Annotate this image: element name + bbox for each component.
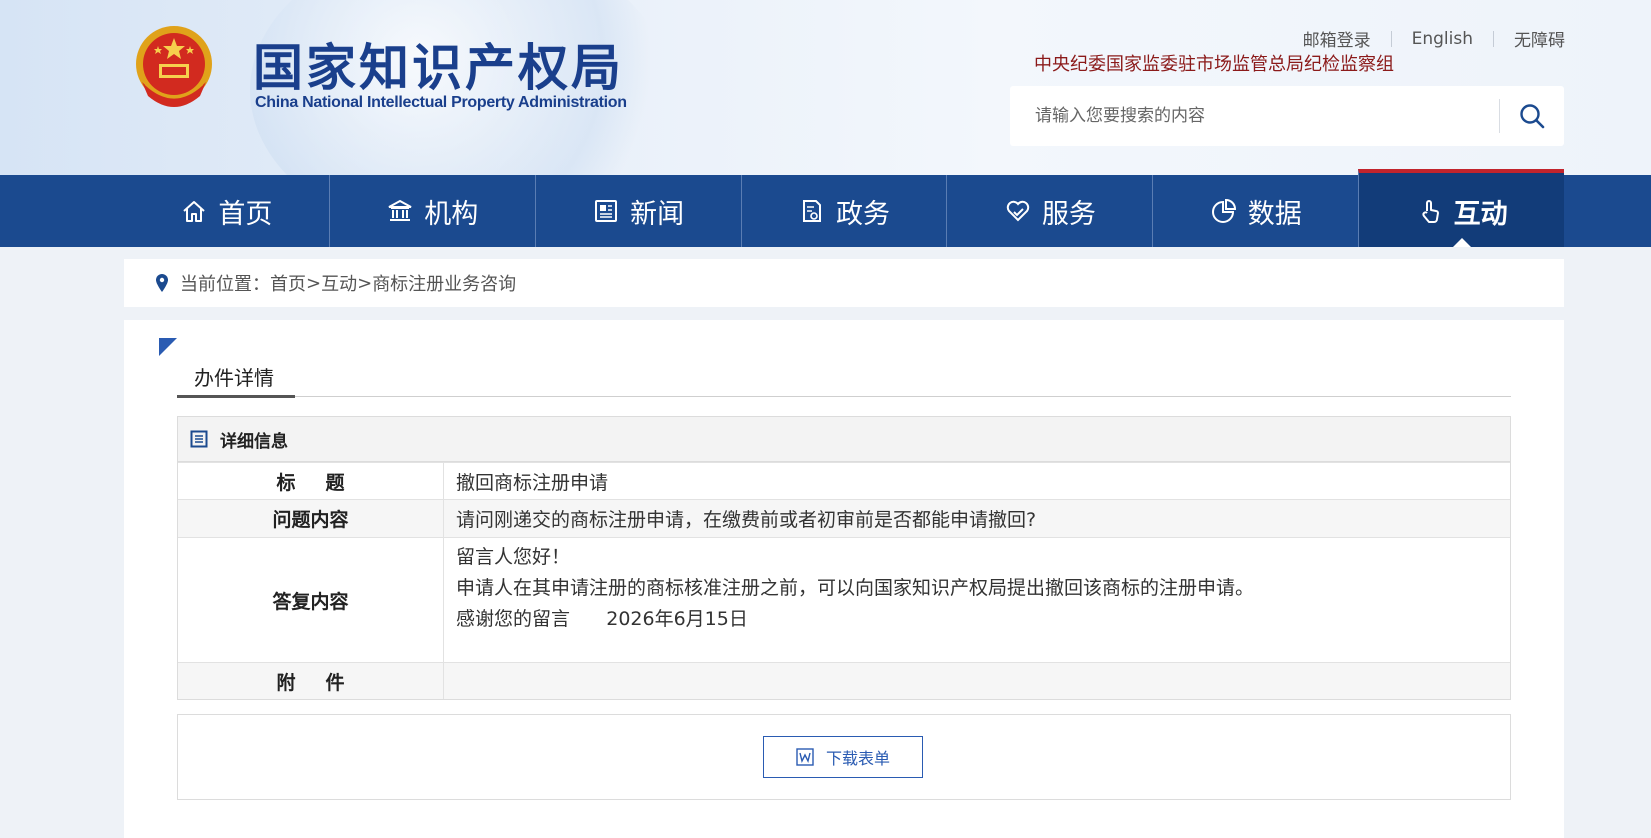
- nav-label: 互动: [1453, 198, 1508, 230]
- download-form-button[interactable]: 下载表单: [763, 736, 923, 778]
- data-pie-icon: [1211, 198, 1236, 223]
- detail-table: 详细信息 标题 撤回商标注册申请 问题内容 请问刚递交的商标注册申请，在缴费前或…: [177, 416, 1511, 700]
- row-value-question: 请问刚递交的商标注册申请，在缴费前或者初审前是否都能申请撤回?: [456, 509, 1037, 531]
- national-emblem-icon[interactable]: [128, 22, 220, 114]
- row-value-attachment: [444, 663, 1510, 699]
- site-logo-chinese[interactable]: 国家知识产权局: [253, 28, 624, 100]
- answer-line: 感谢您的留言 2026年6月15日: [456, 608, 748, 630]
- site-header: 国家知识产权局 China National Intellectual Prop…: [0, 0, 1651, 175]
- nav-label: 新闻: [630, 198, 685, 230]
- english-link[interactable]: English: [1392, 29, 1493, 49]
- home-icon: [183, 201, 206, 222]
- detail-row-attachment: 附件: [178, 662, 1510, 699]
- nav-label: 机构: [424, 198, 479, 230]
- search-button[interactable]: [1500, 86, 1564, 146]
- site-logo-english[interactable]: China National Intellectual Property Adm…: [255, 94, 627, 112]
- breadcrumb-separator: >: [357, 272, 373, 294]
- service-icon: [1006, 200, 1030, 222]
- detail-header-label: 详细信息: [220, 431, 288, 452]
- row-label: 附件: [178, 663, 444, 699]
- corner-decoration: [159, 338, 177, 356]
- nav-label: 服务: [1041, 198, 1096, 230]
- document-list-icon: [190, 430, 208, 448]
- answer-line: 留言人您好！: [456, 546, 571, 568]
- institution-icon: [388, 199, 412, 221]
- nav-item-institution[interactable]: 机构: [328, 175, 535, 247]
- row-value-title: 撤回商标注册申请: [456, 471, 609, 494]
- main-panel: 办件详情 详细信息 标题 撤回商标注册申请 问题内容 请问刚递交的商标注册申请，…: [124, 320, 1564, 838]
- discipline-inspection-link[interactable]: 中央纪委国家监委驻市场监管总局纪检监察组: [1034, 50, 1394, 76]
- nav-label: 政务: [836, 198, 890, 230]
- download-box: 下载表单: [177, 714, 1511, 800]
- word-doc-icon: [796, 748, 814, 766]
- detail-header: 详细信息: [178, 417, 1510, 462]
- answer-line: 申请人在其申请注册的商标核准注册之前，可以向国家知识产权局提出撤回该商标的注册申…: [456, 577, 1255, 599]
- breadcrumb-separator: >: [306, 272, 322, 294]
- breadcrumb-prefix: 当前位置：: [180, 274, 270, 295]
- breadcrumb-interaction[interactable]: 互动: [321, 270, 357, 296]
- nav-label: 数据: [1247, 198, 1302, 230]
- search-input[interactable]: [1010, 86, 1499, 146]
- detail-row-answer: 答复内容 留言人您好！ 申请人在其申请注册的商标核准注册之前，可以向国家知识产权…: [178, 537, 1510, 662]
- section-divider: [177, 396, 1511, 397]
- news-icon: [595, 200, 618, 222]
- breadcrumb: 当前位置： 首页 > 互动 > 商标注册业务咨询: [124, 259, 1564, 307]
- breadcrumb-home[interactable]: 首页: [270, 270, 306, 296]
- top-links: 邮箱登录 English 无障碍: [1283, 26, 1565, 52]
- row-value-answer: 留言人您好！ 申请人在其申请注册的商标核准注册之前，可以向国家知识产权局提出撤回…: [444, 538, 1510, 662]
- nav-item-service[interactable]: 服务: [946, 175, 1152, 247]
- search-icon: [1520, 104, 1545, 129]
- row-label: 答复内容: [178, 538, 444, 662]
- nav-item-home[interactable]: 首页: [124, 175, 329, 247]
- government-affairs-icon: [803, 200, 821, 222]
- detail-row-question: 问题内容 请问刚递交的商标注册申请，在缴费前或者初审前是否都能申请撤回?: [178, 499, 1510, 537]
- nav-item-government-affairs[interactable]: 政务: [740, 175, 947, 247]
- nav-label: 首页: [218, 198, 273, 230]
- location-pin-icon: [156, 274, 168, 292]
- nav-item-interaction[interactable]: 互动: [1358, 169, 1565, 247]
- search-box: [1010, 86, 1564, 146]
- email-login-link[interactable]: 邮箱登录: [1283, 26, 1391, 51]
- breadcrumb-current[interactable]: 商标注册业务咨询: [372, 270, 516, 296]
- detail-row-title: 标题 撤回商标注册申请: [178, 462, 1510, 499]
- row-label: 标题: [178, 463, 444, 499]
- nav-item-data[interactable]: 数据: [1152, 175, 1358, 247]
- download-label: 下载表单: [825, 749, 890, 768]
- section-title-underline: [177, 395, 295, 398]
- nav-item-news[interactable]: 新闻: [534, 175, 741, 247]
- row-label: 问题内容: [178, 500, 444, 537]
- interaction-hand-icon: [1422, 200, 1439, 223]
- section-title: 办件详情: [194, 366, 274, 390]
- main-nav: 首页 机构 新闻 政务 服务 数据 互动: [0, 169, 1651, 247]
- accessibility-link[interactable]: 无障碍: [1494, 26, 1565, 51]
